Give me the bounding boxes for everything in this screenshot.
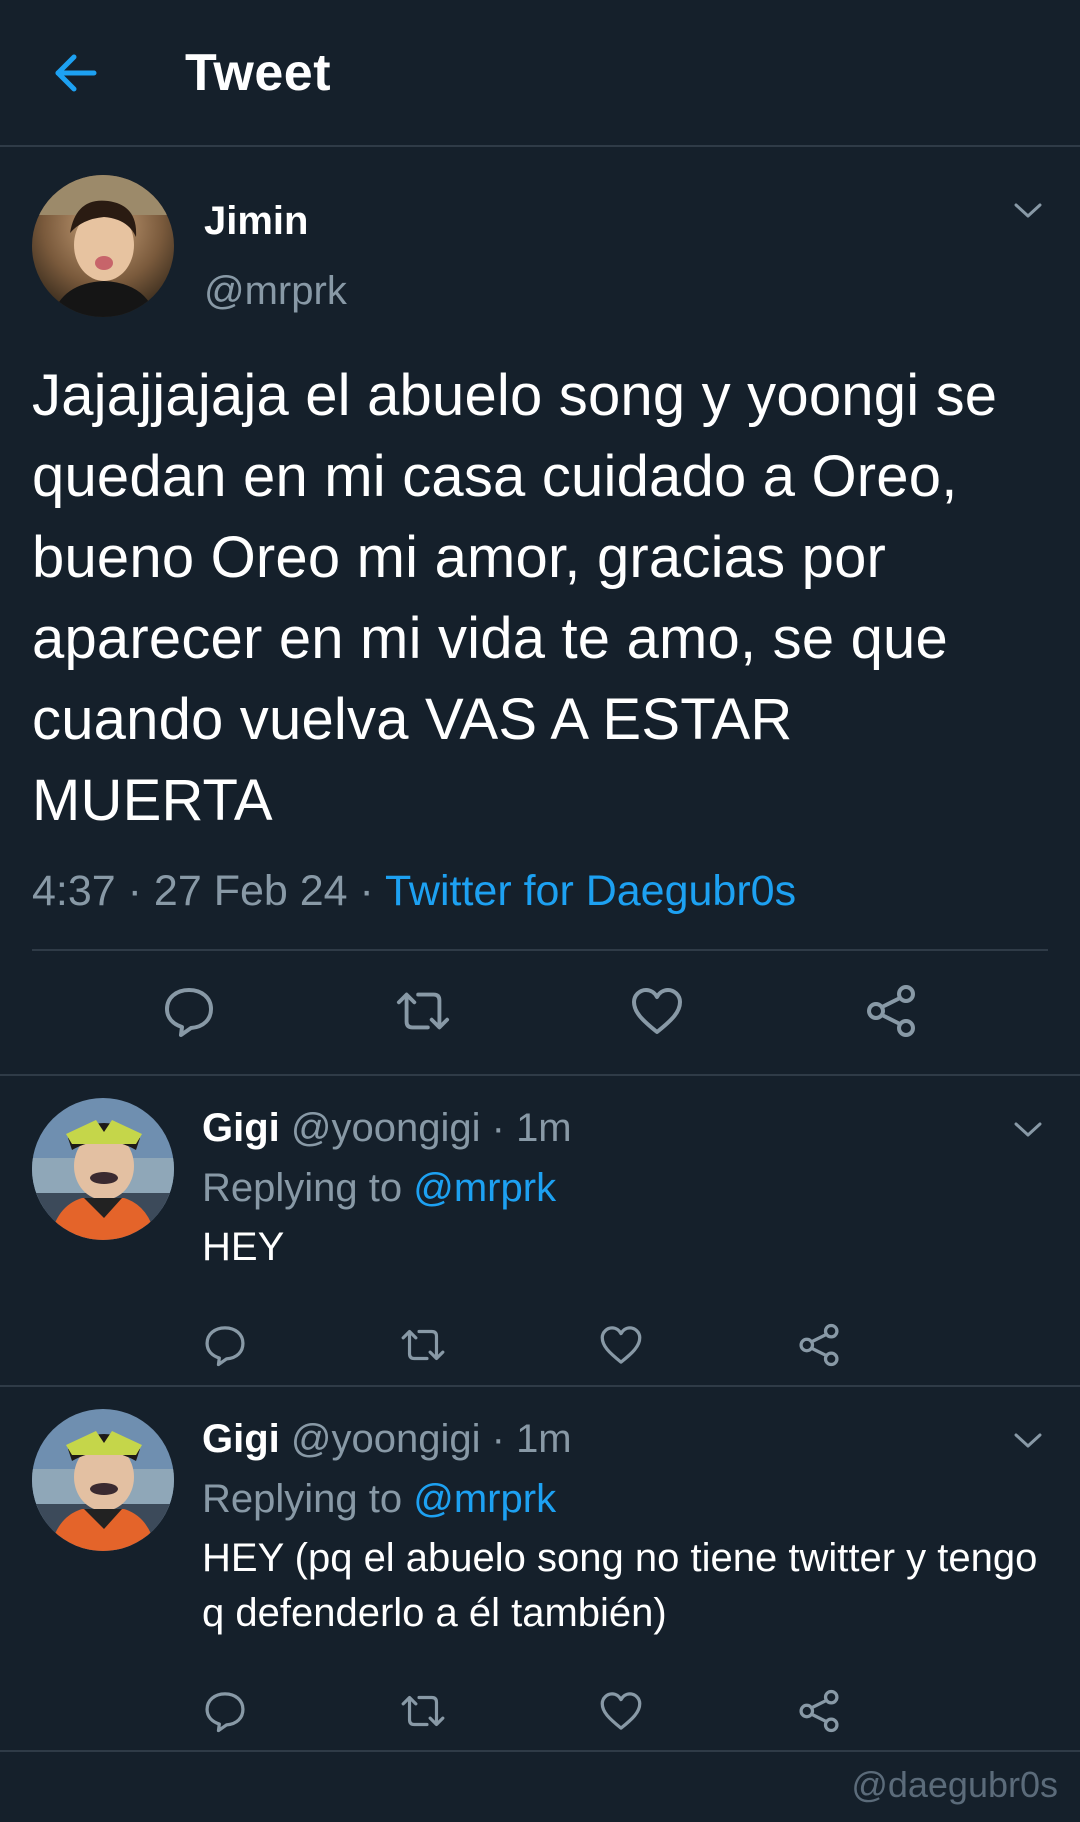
tweet-options-button[interactable] <box>1008 1421 1048 1461</box>
chevron-down-icon <box>1014 1433 1042 1448</box>
reply-icon <box>165 988 213 1037</box>
reply-tweet[interactable]: Gigi @yoongigi · 1m Replying to @mrprk H… <box>0 1387 1080 1752</box>
replying-to-label: Replying to <box>202 1477 403 1521</box>
like-button[interactable] <box>629 983 685 1039</box>
replying-to: Replying to @mrprk <box>202 1158 1048 1218</box>
share-button[interactable] <box>863 983 919 1039</box>
replying-to-mention[interactable]: @mrprk <box>413 1477 556 1521</box>
author-name[interactable]: Jimin <box>204 197 347 245</box>
retweet-button[interactable] <box>400 1688 446 1734</box>
reply-author-handle[interactable]: @yoongigi <box>291 1417 481 1461</box>
heart-icon <box>600 1326 642 1364</box>
avatar[interactable] <box>32 1409 174 1551</box>
reply-header: Gigi @yoongigi · 1m <box>202 1409 1048 1469</box>
share-icon <box>799 1323 839 1367</box>
author-row: Jimin @mrprk <box>32 175 1048 317</box>
tweet-meta: 4:37 · 27 Feb 24 · Twitter for Daegubr0s <box>32 861 1048 951</box>
reply-time: 1m <box>516 1106 572 1150</box>
replying-to-mention[interactable]: @mrprk <box>413 1166 556 1210</box>
heart-icon <box>632 988 682 1034</box>
chevron-down-icon <box>1014 1122 1042 1137</box>
reply-action-bar <box>202 1295 842 1395</box>
reply-action-bar <box>202 1661 842 1761</box>
tweet-text: Jajajjajaja el abuelo song y yoongi se q… <box>32 363 1014 833</box>
reply-text: HEY (pq el abuelo song no tiene twitter … <box>202 1536 1038 1635</box>
tweet-date: 27 Feb 24 <box>153 867 348 915</box>
meta-separator: · <box>115 867 154 915</box>
reply-text: HEY <box>202 1225 285 1269</box>
top-bar: Tweet <box>0 0 1080 147</box>
share-button[interactable] <box>796 1322 842 1368</box>
reply-author-handle[interactable]: @yoongigi <box>291 1106 481 1150</box>
meta-separator: · <box>347 867 386 915</box>
replying-to: Replying to @mrprk <box>202 1469 1048 1529</box>
meta-separator: · <box>480 1417 517 1461</box>
retweet-icon <box>401 1695 445 1727</box>
tweet-options-button[interactable] <box>1008 191 1048 231</box>
reply-header: Gigi @yoongigi · 1m <box>202 1098 1048 1158</box>
retweet-icon <box>401 1329 445 1361</box>
avatar[interactable] <box>32 175 174 317</box>
meta-separator: · <box>480 1106 517 1150</box>
retweet-button[interactable] <box>395 983 451 1039</box>
reply-icon <box>205 1692 245 1733</box>
reply-tweet[interactable]: Gigi @yoongigi · 1m Replying to @mrprk H… <box>0 1076 1080 1387</box>
back-button[interactable] <box>35 33 115 113</box>
arrow-left-icon <box>55 54 97 91</box>
reply-icon <box>205 1326 245 1367</box>
retweet-icon <box>396 992 450 1030</box>
replying-to-label: Replying to <box>202 1166 403 1210</box>
reply-author-name[interactable]: Gigi <box>202 1106 280 1150</box>
tweet-source-link[interactable]: Twitter for Daegubr0s <box>385 867 796 915</box>
share-icon <box>799 1689 839 1733</box>
avatar[interactable] <box>32 1098 174 1240</box>
page-title: Tweet <box>185 43 332 102</box>
share-button[interactable] <box>796 1688 842 1734</box>
reply-button[interactable] <box>202 1688 248 1734</box>
reply-author-name[interactable]: Gigi <box>202 1417 280 1461</box>
reply-time: 1m <box>516 1417 572 1461</box>
main-tweet: Jimin @mrprk Jajajjajaja el abuelo song … <box>0 147 1080 1076</box>
watermark: @daegubr0s <box>851 1764 1058 1805</box>
like-button[interactable] <box>598 1688 644 1734</box>
tweet-time: 4:37 <box>32 867 116 915</box>
chevron-down-icon <box>1014 203 1042 218</box>
author-handle[interactable]: @mrprk <box>204 267 347 315</box>
action-bar <box>32 951 1048 1071</box>
like-button[interactable] <box>598 1322 644 1368</box>
retweet-button[interactable] <box>400 1322 446 1368</box>
tweet-options-button[interactable] <box>1008 1110 1048 1150</box>
share-icon <box>867 985 915 1037</box>
reply-button[interactable] <box>161 983 217 1039</box>
heart-icon <box>600 1692 642 1730</box>
reply-button[interactable] <box>202 1322 248 1368</box>
